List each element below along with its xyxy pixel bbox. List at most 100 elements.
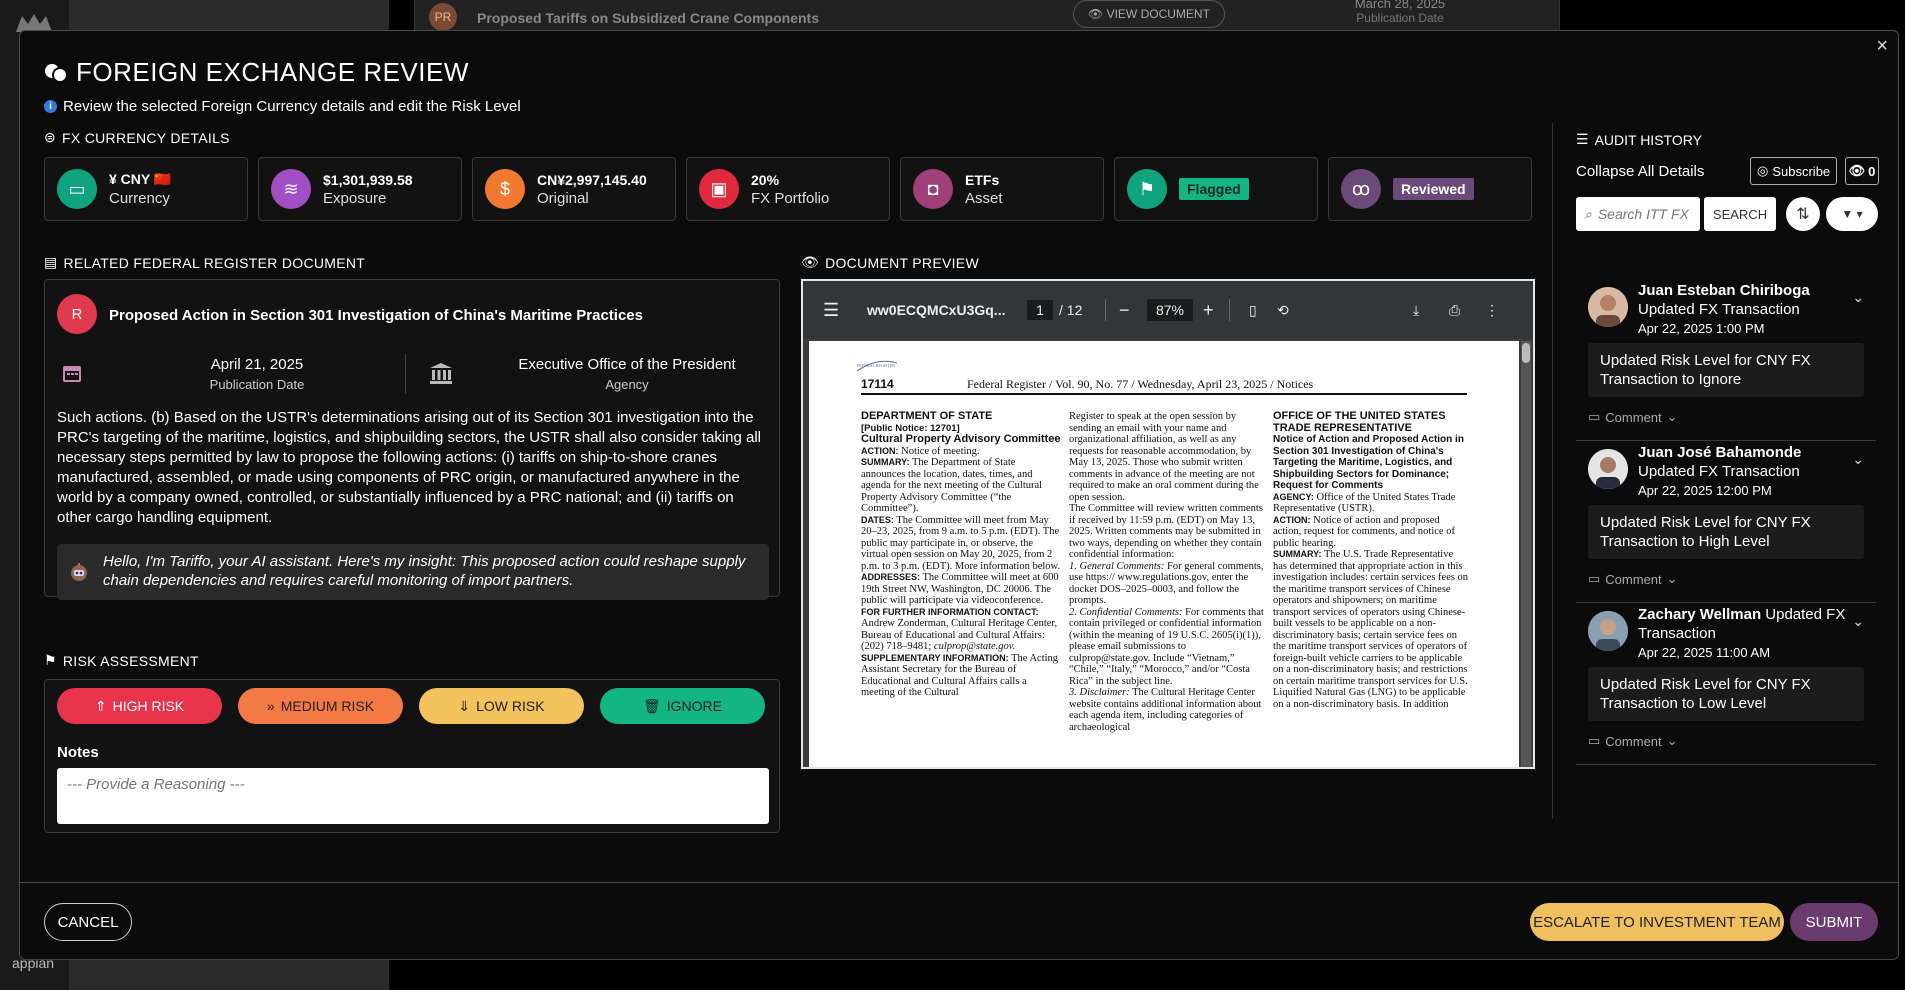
money-icon: ▭ — [57, 169, 97, 209]
document-avatar: R — [57, 294, 97, 334]
notes-textarea[interactable] — [57, 768, 769, 824]
audit-entry: Juan José Bahamonde Updated FX Transactio… — [1576, 441, 1876, 603]
audit-user-name: Juan Esteban Chiriboga — [1638, 282, 1810, 299]
risk-level-buttons: ⇑ HIGH RISK » MEDIUM RISK ⇓ LOW RISK 🗑 IGNOR… — [57, 688, 765, 724]
high-risk-button[interactable]: ⇑ HIGH RISK — [57, 688, 222, 724]
pdf-scrollbar[interactable] — [1521, 341, 1531, 767]
government-building-icon — [430, 363, 452, 384]
audit-search-input[interactable]: ⌕ Search ITT FX — [1576, 197, 1700, 231]
comment-icon: ▭ — [1588, 571, 1601, 586]
fit-page-icon[interactable]: ▯ — [1249, 302, 1257, 319]
fx-card-portfolio: ▣ 20% FX Portfolio — [686, 157, 890, 221]
document-preview-heading: 👁 DOCUMENT PREVIEW — [801, 254, 979, 271]
chevron-down-icon: ⌄ — [1666, 733, 1678, 748]
document-title[interactable]: Proposed Action in Section 301 Investiga… — [109, 307, 643, 324]
collapse-all-link[interactable]: Collapse All Details — [1576, 163, 1704, 180]
check-circle-icon: ◎ — [1757, 163, 1769, 178]
pdf-viewer: ☰ ww0ECQMCxU3Gq... 1 / 12 − 87% + ▯ ⟲ ⤓ … — [801, 279, 1535, 769]
medium-risk-button[interactable]: » MEDIUM RISK — [238, 688, 403, 724]
related-document-heading: ▤ RELATED FEDERAL REGISTER DOCUMENT — [44, 254, 366, 271]
menu-icon[interactable]: ☰ — [823, 300, 839, 321]
audit-timestamp: Apr 22, 2025 1:00 PM — [1638, 321, 1765, 336]
audit-action: Updated FX Transaction — [1638, 301, 1800, 318]
federal-register-seal-icon: FEDERAL REGISTER — [856, 360, 898, 372]
sort-icon[interactable]: ⇅ — [1786, 197, 1820, 231]
calendar-icon — [63, 366, 81, 382]
audit-user-name: Zachary Wellman — [1638, 606, 1762, 623]
document-meta: April 21, 2025 Publication Date Executive… — [57, 352, 767, 396]
avatar — [1588, 449, 1628, 489]
publication-date: April 21, 2025 Publication Date — [209, 356, 305, 392]
search-button[interactable]: SEARCH — [1704, 197, 1776, 231]
background-card-avatar: PR — [429, 3, 457, 31]
avatar — [1588, 611, 1628, 651]
print-icon[interactable]: ⎙ — [1449, 302, 1460, 319]
watchers-button[interactable]: 👁 0 — [1845, 157, 1879, 185]
subscribe-button[interactable]: ◎ Subscribe — [1750, 157, 1838, 185]
document-icon: ▤ — [44, 254, 58, 270]
dollar-hand-icon: $ — [485, 169, 525, 209]
agency: Executive Office of the President Agency — [518, 356, 736, 392]
zoom-in-icon[interactable]: + — [1203, 300, 1214, 321]
chevron-down-icon: ⌄ — [1666, 409, 1678, 424]
audit-entry: Zachary Wellman Updated FX Transaction A… — [1576, 603, 1876, 765]
zoom-level[interactable]: 87% — [1147, 299, 1193, 321]
cancel-button[interactable]: CANCEL — [44, 903, 132, 941]
background-card-date: March 28, 2025 Publication Date — [1354, 0, 1446, 25]
close-icon[interactable]: × — [1876, 35, 1888, 58]
background-document-card: PR Proposed Tariffs on Subsidized Crane … — [414, 0, 1560, 34]
modal-header: FOREIGN EXCHANGE REVIEW i Review the sel… — [44, 57, 521, 115]
ai-insight-box: Hello, I'm Tariffo, your AI assistant. H… — [57, 544, 769, 600]
zoom-out-icon[interactable]: − — [1119, 300, 1130, 321]
ai-insight-text: Hello, I'm Tariffo, your AI assistant. H… — [103, 553, 746, 589]
modal-subtitle: i Review the selected Foreign Currency d… — [44, 98, 521, 115]
filter-icon: ▼ — [1841, 207, 1854, 221]
risk-assessment-panel: ⇑ HIGH RISK » MEDIUM RISK ⇓ LOW RISK 🗑 IGNOR… — [44, 679, 780, 833]
comment-toggle[interactable]: ▭ Comment ⌄ — [1588, 571, 1678, 587]
comment-icon: ▭ — [1588, 733, 1601, 748]
chevron-down-icon[interactable]: ⌄ — [1852, 613, 1864, 630]
view-document-button[interactable]: 👁 VIEW DOCUMENT — [1073, 0, 1225, 28]
briefcase-icon: ▣ — [699, 169, 739, 209]
audit-user-name: Juan José Bahamonde — [1638, 444, 1802, 461]
audit-message: Updated Risk Level for CNY FX Transactio… — [1588, 343, 1864, 397]
chevron-down-icon[interactable]: ⌄ — [1852, 289, 1864, 306]
more-options-icon[interactable]: ⋮ — [1485, 302, 1499, 319]
pdf-toolbar: ☰ ww0ECQMCxU3Gq... 1 / 12 − 87% + ▯ ⟲ ⤓ … — [803, 281, 1533, 339]
notes-label: Notes — [57, 744, 99, 761]
escalate-button[interactable]: ESCALATE TO INVESTMENT TEAM — [1530, 903, 1784, 941]
fx-card-asset: ◘ ETFs Asset — [900, 157, 1104, 221]
list-icon: ☰ — [1576, 131, 1589, 147]
background-card-title: Proposed Tariffs on Subsidized Crane Com… — [477, 10, 819, 26]
page-total: / 12 — [1059, 302, 1083, 318]
audit-timestamp: Apr 22, 2025 11:00 AM — [1638, 645, 1771, 660]
audit-entry: Juan Esteban Chiriboga Updated FX Transac… — [1576, 279, 1876, 441]
flagged-badge: Flagged — [1179, 178, 1249, 200]
info-icon: i — [44, 100, 57, 113]
trash-icon: 🗑 — [642, 697, 661, 714]
comment-toggle[interactable]: ▭ Comment ⌄ — [1588, 733, 1678, 749]
fx-card-exposure: ≋ $1,301,939.58 Exposure — [258, 157, 462, 221]
double-chevron-right-icon: » — [266, 698, 275, 714]
audit-action: Updated FX Transaction — [1638, 463, 1800, 480]
audit-timestamp: Apr 22, 2025 12:00 PM — [1638, 483, 1772, 498]
low-risk-button[interactable]: ⇓ LOW RISK — [419, 688, 584, 724]
coins-icon: ≋ — [271, 169, 311, 209]
ignore-button[interactable]: 🗑 IGNORE — [600, 688, 765, 724]
page-number-input[interactable]: 1 — [1027, 300, 1053, 320]
eye-icon: 👁 — [801, 254, 820, 270]
chevron-down-icon: ▾ — [1856, 207, 1863, 221]
exchange-icon — [45, 63, 68, 83]
filter-dropdown[interactable]: ▼ ▾ — [1826, 197, 1878, 231]
pdf-filename: ww0ECQMCxU3Gq... — [867, 302, 1006, 318]
chevron-down-icon[interactable]: ⌄ — [1852, 451, 1864, 468]
audit-message: Updated Risk Level for CNY FX Transactio… — [1588, 505, 1864, 559]
download-icon[interactable]: ⤓ — [1413, 302, 1419, 319]
fx-card-row: ▭ ¥ CNY 🇨🇳 Currency ≋ $1,301,939.58 Exposu… — [44, 157, 1532, 221]
rotate-icon[interactable]: ⟲ — [1277, 302, 1289, 319]
box-icon: ◘ — [913, 169, 953, 209]
related-document-card: R Proposed Action in Section 301 Investi… — [44, 279, 780, 600]
submit-button[interactable]: SUBMIT — [1790, 903, 1878, 941]
comment-toggle[interactable]: ▭ Comment ⌄ — [1588, 409, 1678, 425]
glasses-icon: ꝏ — [1341, 169, 1381, 209]
